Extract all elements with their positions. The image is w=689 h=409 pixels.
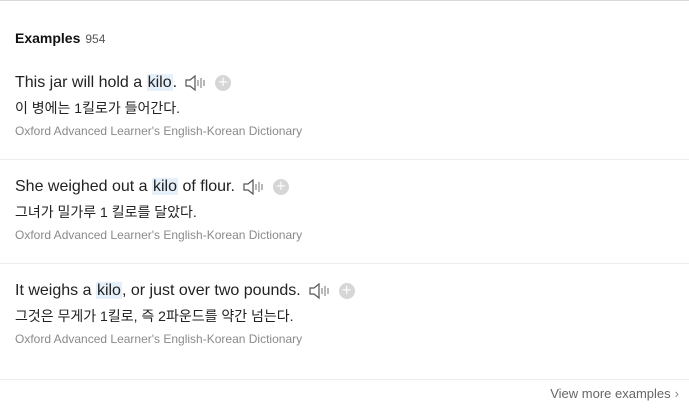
examples-title: Examples: [15, 30, 81, 46]
highlighted-word: kilo: [95, 282, 122, 299]
example-source: Oxford Advanced Learner's English-Korean…: [15, 228, 303, 242]
example-source: Oxford Advanced Learner's English-Korean…: [15, 124, 303, 138]
sentence-text: , or just over two pounds.: [121, 282, 301, 299]
example-sentence: She weighed out a kilo of flour.: [15, 178, 235, 196]
examples-count: 954: [85, 32, 106, 46]
example-item: She weighed out a kilo of flour. + 그녀가 밀…: [15, 176, 689, 243]
example-translation: 그것은 무게가 1킬로, 즉 2파운드를 약간 넘는다.: [15, 308, 294, 324]
example-divider: [0, 263, 689, 264]
example-translation: 이 병에는 1킬로가 들어간다.: [15, 100, 181, 116]
example-item: It weighs a kilo, or just over two pound…: [15, 280, 689, 347]
sentence-text: .: [172, 74, 178, 91]
example-sentence: This jar will hold a kilo.: [15, 74, 177, 92]
highlighted-word: kilo: [152, 178, 179, 195]
sentence-text: This jar will hold a: [15, 74, 147, 91]
example-sentence: It weighs a kilo, or just over two pound…: [15, 282, 301, 300]
sentence-text: She weighed out a: [15, 178, 152, 195]
sentence-text: It weighs a: [15, 282, 96, 299]
view-more-examples-link[interactable]: View more examples ›: [550, 386, 679, 401]
plus-circle-icon[interactable]: +: [272, 179, 289, 195]
footer-divider: [0, 379, 689, 380]
top-divider: [0, 0, 689, 1]
speaker-icon[interactable]: [184, 74, 208, 92]
example-translation: 그녀가 밀가루 1 킬로를 달았다.: [15, 204, 197, 220]
example-source: Oxford Advanced Learner's English-Korean…: [15, 332, 303, 346]
examples-header: Examples 954: [15, 30, 689, 50]
speaker-icon[interactable]: [242, 178, 266, 196]
sentence-text: of flour.: [178, 178, 235, 195]
speaker-icon[interactable]: [308, 282, 332, 300]
example-divider: [0, 159, 689, 160]
example-item: This jar will hold a kilo. + 이 병에는 1킬로가 …: [15, 72, 689, 139]
chevron-right-icon: ›: [674, 386, 679, 401]
plus-circle-icon[interactable]: +: [215, 75, 232, 91]
view-more-label: View more examples: [550, 386, 671, 401]
highlighted-word: kilo: [146, 74, 173, 91]
plus-circle-icon[interactable]: +: [338, 283, 355, 299]
